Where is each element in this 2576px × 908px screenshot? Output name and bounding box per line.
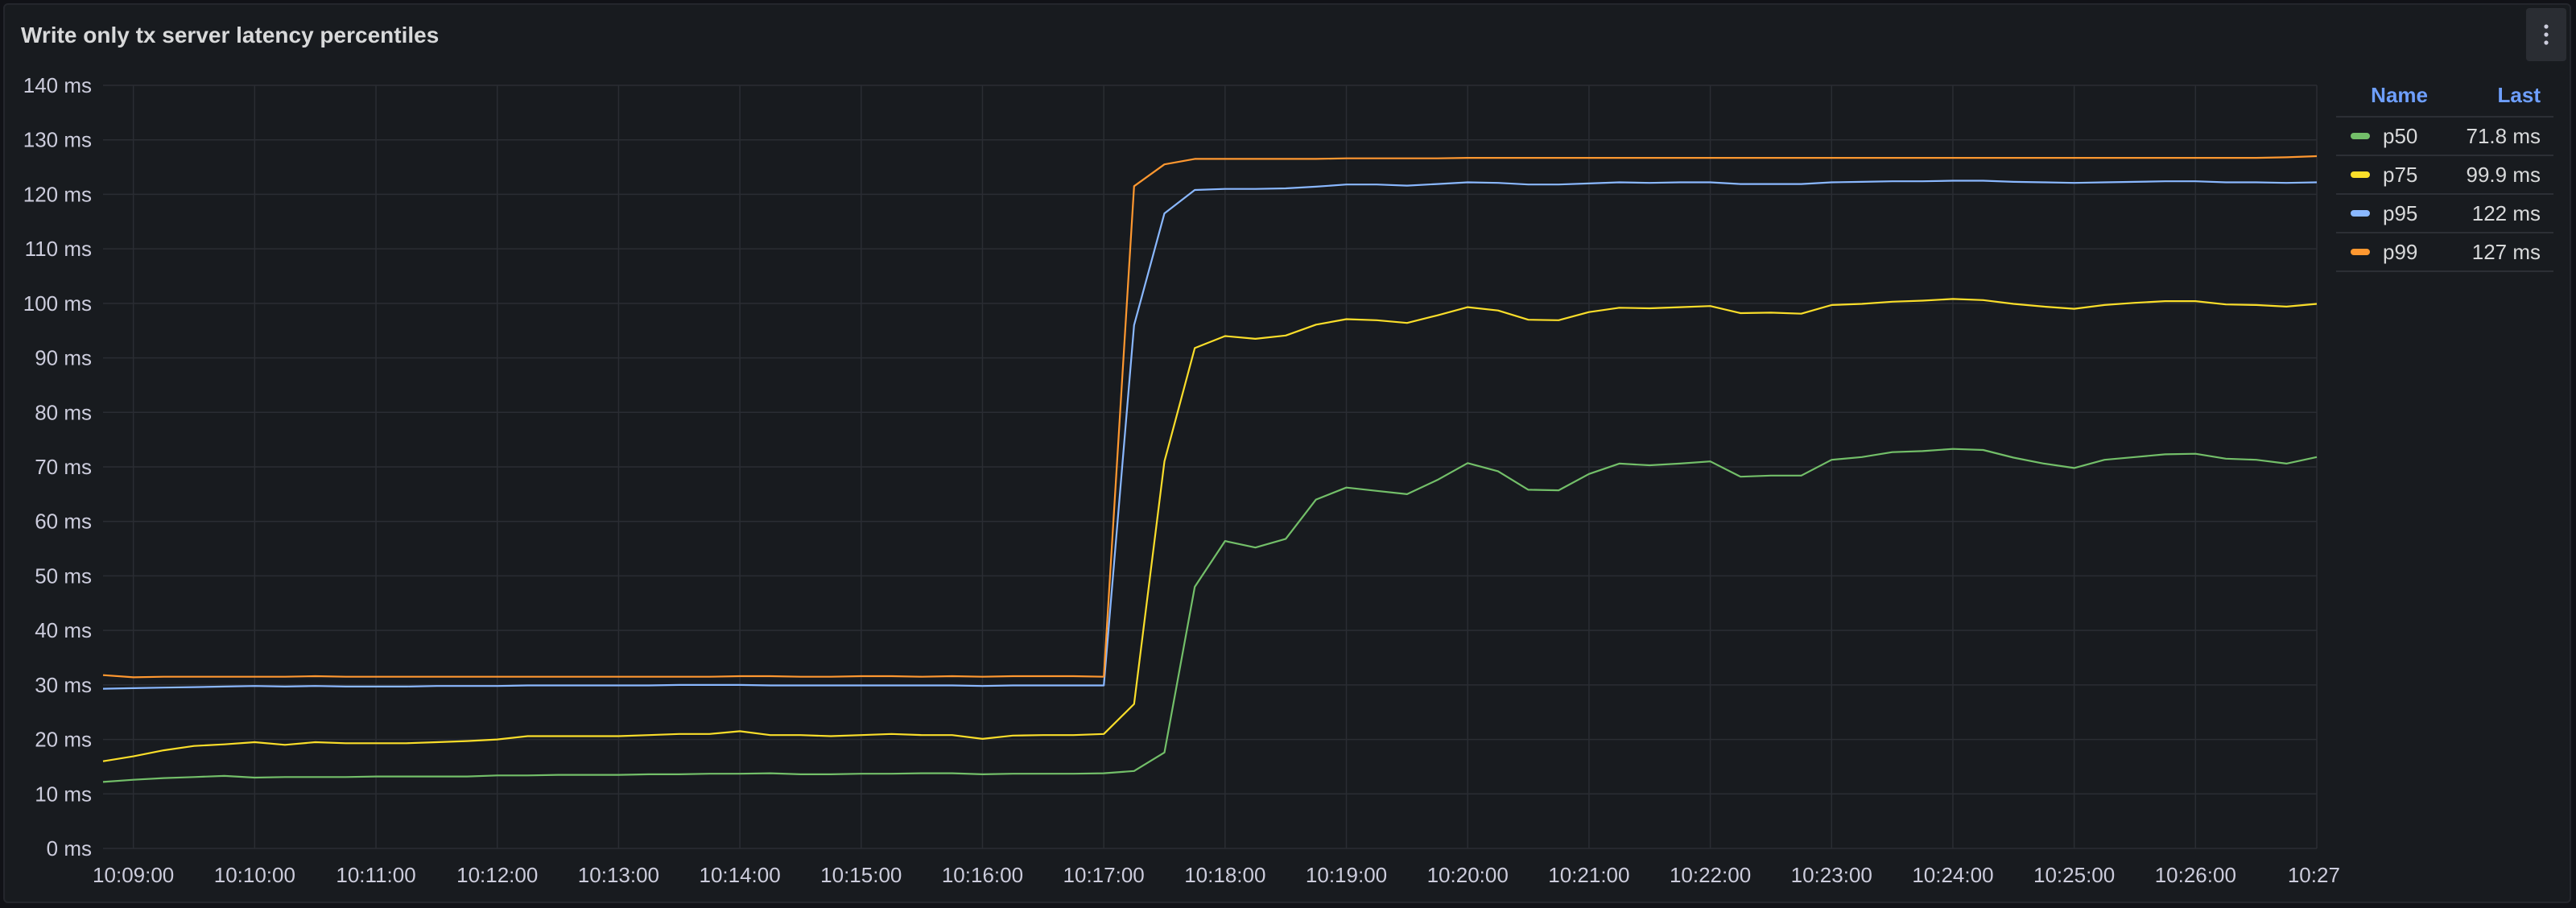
y-tick-label: 50 ms (35, 563, 92, 588)
legend-item-p95[interactable]: p95 122 ms (2336, 195, 2553, 233)
y-tick-label: 120 ms (23, 182, 92, 206)
legend-last-value: 122 ms (2471, 200, 2541, 225)
y-tick-label: 60 ms (35, 510, 92, 534)
legend-sort-last[interactable]: Last (2452, 83, 2553, 108)
y-tick-label: 90 ms (35, 346, 92, 370)
y-tick-label: 30 ms (35, 673, 92, 697)
x-axis: 10:09:00 10:10:00 10:11:00 10:12:00 10:13:00… (93, 863, 2339, 887)
x-tick-label: 10:21:00 (1548, 863, 1629, 887)
legend-name: p50 (2383, 123, 2418, 148)
x-tick-label: 10:13:00 (578, 863, 659, 887)
legend-swatch-p99 (2351, 249, 2370, 255)
y-tick-label: 20 ms (35, 728, 92, 752)
legend-swatch-p95 (2351, 210, 2370, 217)
panel-menu-button[interactable] (2526, 8, 2566, 61)
legend-item-p99[interactable]: p99 127 ms (2336, 233, 2553, 272)
legend-sort-name[interactable]: Name (2336, 83, 2452, 108)
x-tick-label: 10:20:00 (1427, 863, 1509, 887)
x-tick-label: 10:11:00 (336, 863, 415, 887)
legend-table: Name Last p50 71.8 ms p75 99.9 ms p95 12… (2336, 74, 2553, 272)
x-tick-label: 10:18:00 (1184, 863, 1265, 887)
y-axis: 0 ms 10 ms 20 ms 30 ms 40 ms 50 ms 60 ms 70 ms 8… (23, 73, 92, 861)
x-tick-label: 10:27: (2288, 863, 2339, 887)
legend-name: p75 (2383, 162, 2418, 187)
legend-last-value: 71.8 ms (2466, 123, 2541, 148)
legend-last-value: 127 ms (2471, 239, 2541, 264)
x-tick-label: 10:14:00 (699, 863, 780, 887)
y-tick-label: 80 ms (35, 400, 92, 424)
legend-name: p99 (2383, 239, 2418, 264)
legend-header: Name Last (2336, 74, 2553, 118)
x-tick-label: 10:25:00 (2033, 863, 2115, 887)
x-tick-label: 10:17:00 (1063, 863, 1145, 887)
x-tick-label: 10:16:00 (942, 863, 1023, 887)
chart-grid (103, 85, 2318, 849)
x-tick-label: 10:19:00 (1306, 863, 1387, 887)
y-tick-label: 130 ms (23, 128, 92, 152)
latency-chart[interactable]: 0 ms 10 ms 20 ms 30 ms 40 ms 50 ms 60 ms 70 ms 8… (5, 5, 2339, 898)
x-tick-label: 10:22:00 (1670, 863, 1751, 887)
y-tick-label: 40 ms (35, 618, 92, 642)
x-tick-label: 10:24:00 (1912, 863, 1993, 887)
series-line-p99 (102, 155, 2318, 679)
series-line-p75 (102, 298, 2318, 762)
panel: Write only tx server latency percentiles… (3, 3, 2571, 903)
series-line-p50 (102, 448, 2318, 783)
x-tick-label: 10:12:00 (456, 863, 538, 887)
kebab-menu-icon (2544, 24, 2549, 45)
y-tick-label: 140 ms (23, 73, 92, 97)
series-line-p95 (102, 180, 2318, 690)
legend-item-p75[interactable]: p75 99.9 ms (2336, 156, 2553, 195)
y-tick-label: 70 ms (35, 455, 92, 479)
series-lines (102, 155, 2318, 783)
x-tick-label: 10:23:00 (1791, 863, 1872, 887)
legend-last-value: 99.9 ms (2466, 162, 2541, 187)
x-tick-label: 10:09:00 (93, 863, 174, 887)
y-tick-label: 10 ms (35, 782, 92, 806)
legend-item-p50[interactable]: p50 71.8 ms (2336, 118, 2553, 156)
x-tick-label: 10:15:00 (820, 863, 902, 887)
legend-swatch-p75 (2351, 171, 2370, 178)
x-tick-label: 10:26:00 (2155, 863, 2236, 887)
y-tick-label: 100 ms (23, 291, 92, 316)
y-tick-label: 0 ms (47, 836, 92, 861)
legend-swatch-p50 (2351, 133, 2370, 139)
y-tick-label: 110 ms (25, 237, 92, 261)
x-tick-label: 10:10:00 (214, 863, 295, 887)
legend-name: p95 (2383, 200, 2418, 225)
